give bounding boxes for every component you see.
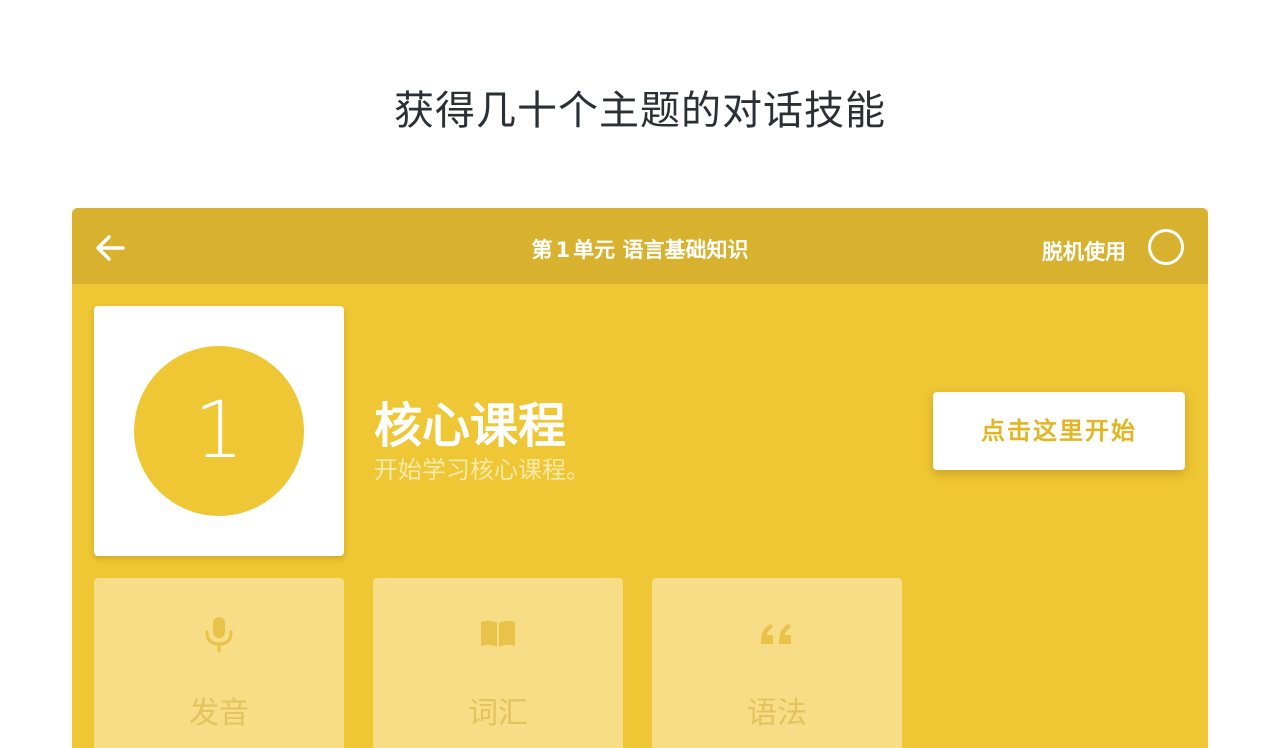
top-bar: 第 1 单元 语言基础知识 脱机使用 [72, 208, 1208, 284]
tile-pronunciation[interactable]: 发音 [94, 578, 344, 748]
start-button[interactable]: 点击这里开始 [933, 392, 1185, 470]
page-headline: 获得几十个主题的对话技能 [394, 88, 886, 134]
tile-label: 发音 [189, 696, 249, 731]
tile-label: 词汇 [468, 696, 528, 731]
lesson-subtitle: 开始学习核心课程。 [374, 456, 590, 484]
unit-title-prefix: 第 [531, 238, 553, 262]
offline-toggle[interactable] [1148, 229, 1184, 265]
tile-vocabulary[interactable]: 词汇 [373, 578, 623, 748]
offline-use-label[interactable]: 脱机使用 [1042, 236, 1126, 266]
book-icon [476, 612, 520, 656]
tile-grammar[interactable]: 语法 [652, 578, 902, 748]
lesson-card[interactable]: 1 [94, 306, 344, 556]
lesson-title: 核心课程 [374, 398, 567, 454]
quote-icon [755, 612, 799, 656]
unit-title-suffix: 单元 语言基础知识 [573, 238, 749, 262]
microphone-icon [197, 612, 241, 656]
app-window: 第 1 单元 语言基础知识 脱机使用 1 核心课程 开始学习核心课程。 点击这里开始… [72, 208, 1208, 748]
tile-label: 语法 [747, 696, 807, 731]
unit-title: 第 1 单元 语言基础知识 [72, 234, 1208, 264]
unit-number: 1 [555, 238, 571, 262]
lesson-number-badge: 1 [134, 346, 304, 516]
